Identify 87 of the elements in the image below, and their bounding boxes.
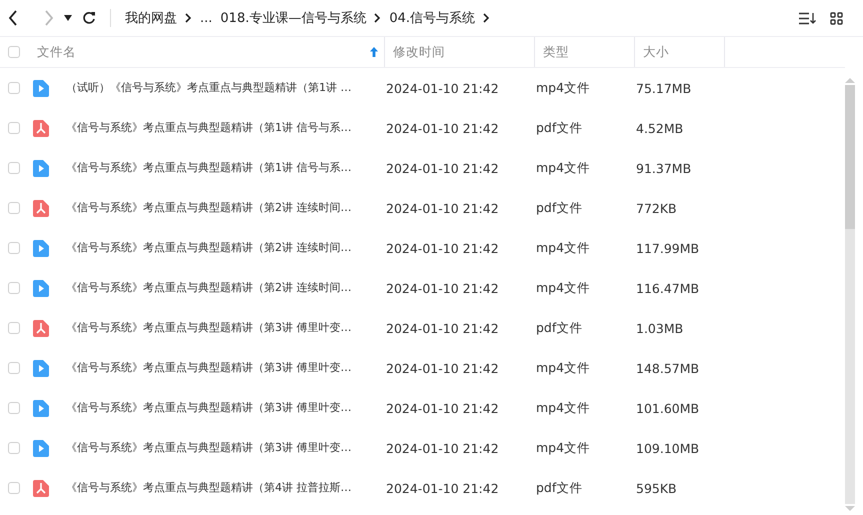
modified-time: 2024-01-10 21:42 (386, 400, 500, 416)
modified-time: 2024-01-10 21:42 (386, 280, 500, 296)
column-header[interactable]: 文件名 (37, 44, 370, 60)
breadcrumb-link[interactable]: 018.专业课—信号与系统 (220, 9, 366, 27)
breadcrumb-link[interactable]: 我的网盘 (125, 9, 177, 27)
modified-time: 2024-01-10 21:42 (386, 200, 500, 216)
row-checkbox[interactable] (8, 322, 20, 334)
row-checkbox[interactable] (8, 402, 20, 414)
file-type: pdf文件 (536, 480, 584, 496)
file-size: 1.03MB (636, 320, 684, 336)
refresh-icon[interactable] (82, 11, 96, 25)
video-file-icon (33, 80, 49, 96)
column-header[interactable]: 大小 (643, 44, 724, 60)
video-file-icon (33, 160, 49, 176)
modified-time: 2024-01-10 21:42 (386, 360, 500, 376)
row-checkbox[interactable] (8, 162, 20, 174)
file-type: mp4文件 (536, 360, 592, 376)
file-name: 《信号与系统》考点重点与典型题精讲（第3讲 傅里叶变… (66, 400, 352, 416)
file-size: 148.57MB (636, 360, 700, 376)
row-checkbox[interactable] (8, 202, 20, 214)
row-checkbox[interactable] (8, 122, 20, 134)
grid-view-icon[interactable] (830, 12, 843, 24)
forward-icon[interactable] (44, 10, 54, 26)
select-all-checkbox[interactable] (8, 46, 20, 58)
modified-time: 2024-01-10 21:42 (386, 320, 500, 336)
chevron-right-icon (185, 13, 192, 23)
video-file-icon (33, 280, 49, 296)
modified-time: 2024-01-10 21:42 (386, 440, 500, 456)
file-name: 《信号与系统》考点重点与典型题精讲（第1讲 信号与系… (66, 120, 352, 136)
pdf-file-icon (33, 200, 49, 216)
file-size: 75.17MB (636, 80, 692, 96)
file-size: 595KB (636, 480, 678, 496)
scrollbar[interactable] (845, 78, 855, 511)
chevron-right-icon (374, 13, 382, 23)
file-type: mp4文件 (536, 280, 592, 296)
file-size: 117.99MB (636, 240, 700, 256)
file-name: 《信号与系统》考点重点与典型题精讲（第2讲 连续时间… (66, 280, 352, 296)
row-checkbox[interactable] (8, 82, 20, 94)
file-name: 《信号与系统》考点重点与典型题精讲（第2讲 连续时间… (66, 200, 352, 216)
pdf-file-icon (33, 320, 49, 336)
modified-time: 2024-01-10 21:42 (386, 80, 500, 96)
file-name: 《信号与系统》考点重点与典型题精讲（第3讲 傅里叶变… (66, 320, 352, 336)
video-file-icon (33, 440, 49, 456)
file-name: 《信号与系统》考点重点与典型题精讲（第1讲 信号与系… (66, 160, 352, 176)
video-file-icon (33, 400, 49, 416)
file-type: mp4文件 (536, 240, 592, 256)
breadcrumb-link[interactable]: 04.信号与系统 (389, 9, 476, 27)
row-checkbox[interactable] (8, 242, 20, 254)
dropdown-caret-icon[interactable] (64, 15, 72, 21)
modified-time: 2024-01-10 21:42 (386, 120, 500, 136)
pdf-file-icon (33, 120, 49, 136)
modified-time: 2024-01-10 21:42 (386, 480, 500, 496)
file-type: mp4文件 (536, 440, 592, 456)
video-file-icon (33, 240, 49, 256)
column-header[interactable]: 类型 (543, 44, 634, 60)
scroll-up-icon[interactable] (845, 78, 855, 83)
file-type: mp4文件 (536, 160, 592, 176)
video-file-icon (33, 360, 49, 376)
breadcrumb-link[interactable]: ... (200, 10, 212, 26)
file-size: 116.47MB (636, 280, 700, 296)
file-name: 《信号与系统》考点重点与典型题精讲（第3讲 傅里叶变… (66, 440, 352, 456)
file-type: mp4文件 (536, 400, 592, 416)
scroll-down-icon[interactable] (845, 506, 855, 511)
file-type: pdf文件 (536, 320, 584, 336)
row-checkbox[interactable] (8, 482, 20, 494)
file-size: 101.60MB (636, 400, 700, 416)
file-name: （试听）《信号与系统》考点重点与典型题精讲（第1讲 … (66, 80, 352, 96)
file-type: mp4文件 (536, 80, 592, 96)
sort-icon[interactable] (799, 12, 816, 24)
file-size: 772KB (636, 200, 678, 216)
file-type: pdf文件 (536, 200, 584, 216)
column-header[interactable]: 修改时间 (393, 44, 534, 60)
modified-time: 2024-01-10 21:42 (386, 160, 500, 176)
row-checkbox[interactable] (8, 282, 20, 294)
modified-time: 2024-01-10 21:42 (386, 240, 500, 256)
file-size: 4.52MB (636, 120, 684, 136)
file-name: 《信号与系统》考点重点与典型题精讲（第2讲 连续时间… (66, 240, 352, 256)
back-icon[interactable] (8, 10, 18, 26)
file-name: 《信号与系统》考点重点与典型题精讲（第3讲 傅里叶变… (66, 360, 352, 376)
row-checkbox[interactable] (8, 442, 20, 454)
file-name: 《信号与系统》考点重点与典型题精讲（第4讲 拉普拉斯… (66, 480, 352, 496)
row-checkbox[interactable] (8, 362, 20, 374)
file-size: 109.10MB (636, 440, 700, 456)
file-size: 91.37MB (636, 160, 692, 176)
chevron-right-icon (483, 13, 490, 23)
file-type: pdf文件 (536, 120, 584, 136)
pdf-file-icon (33, 480, 49, 496)
